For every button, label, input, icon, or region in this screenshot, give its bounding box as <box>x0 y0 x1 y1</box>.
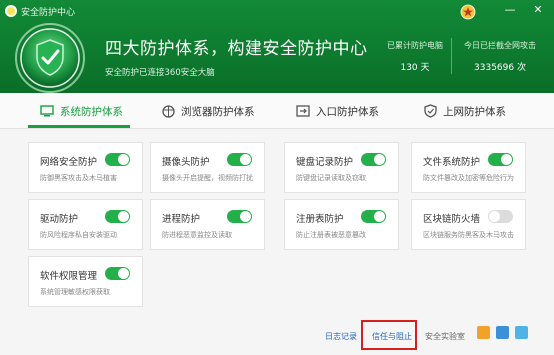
toggle-switch[interactable] <box>105 210 130 223</box>
protected-days-label: 已累计防护电脑 <box>387 41 443 50</box>
protected-days-value: 130 天 <box>400 63 430 73</box>
tab-bar: 系统防护体系 浏览器防护体系 入口防护体系 上网防护体系 <box>0 93 554 129</box>
card-title: 注册表防护 <box>296 214 344 225</box>
card-title: 文件系统防护 <box>423 157 481 168</box>
trust-and-block-link[interactable]: 信任与阻止 <box>372 331 412 342</box>
card-description: 防风险程序私自安装驱动 <box>40 231 117 239</box>
card-title: 进程防护 <box>162 214 201 225</box>
card-camera-protection: 摄像头防护 摄像头开启提醒，视频防打扰 <box>150 142 265 193</box>
toggle-switch[interactable] <box>227 210 252 223</box>
card-registry-protection: 注册表防护 防止注册表被恶意篡改 <box>284 199 399 250</box>
blocked-attacks-stat: 今日已拦截全网攻击 3335696 次 <box>460 40 540 73</box>
monitor-icon <box>40 105 54 117</box>
card-blockchain-firewall: 区块链防火墙 区块链服务防黑客及木马攻击 <box>411 199 526 250</box>
protected-days-stat: 已累计防护电脑 130 天 <box>385 40 445 73</box>
card-description: 区块链服务防黑客及木马攻击 <box>423 231 514 239</box>
card-keyboard-protection: 键盘记录防护 防键盘记录读取及窃取 <box>284 142 399 193</box>
card-filesystem-protection: 文件系统防护 防文件篡改及加密等危险行为 <box>411 142 526 193</box>
plugin-icon[interactable] <box>477 326 490 339</box>
header-banner: 安全防护中心 — ✕ 四大防护体系，构建安全防护中心 安全防护已连接360安全大… <box>0 0 554 93</box>
tab-system-protection[interactable]: 系统防护体系 <box>40 93 123 129</box>
minimize-button[interactable]: — <box>502 3 518 17</box>
card-title: 摄像头防护 <box>162 157 210 168</box>
tab-label: 上网防护体系 <box>443 105 506 118</box>
card-description: 防文件篡改及加密等危险行为 <box>423 174 514 182</box>
card-title: 网络安全防护 <box>40 157 98 168</box>
toggle-switch[interactable] <box>488 210 513 223</box>
card-description: 系统管理敏感权限获取 <box>40 288 110 296</box>
card-title: 区块链防火墙 <box>423 214 481 225</box>
settings-icon[interactable] <box>496 326 509 339</box>
tab-label: 入口防护体系 <box>316 105 379 118</box>
tab-internet-protection[interactable]: 上网防护体系 <box>424 93 506 129</box>
tab-entrance-protection[interactable]: 入口防护体系 <box>296 93 379 129</box>
entrance-icon <box>296 105 310 117</box>
toggle-switch[interactable] <box>105 153 130 166</box>
card-description: 防止注册表被恶意篡改 <box>296 231 366 239</box>
card-title: 驱动防护 <box>40 214 79 225</box>
active-tab-indicator <box>28 125 130 128</box>
toggle-switch[interactable] <box>227 153 252 166</box>
tab-browser-protection[interactable]: 浏览器防护体系 <box>162 93 255 129</box>
tab-label: 系统防护体系 <box>60 105 123 118</box>
toggle-switch[interactable] <box>361 153 386 166</box>
card-title: 软件权限管理 <box>40 271 98 282</box>
card-process-protection: 进程防护 防进程恶意监控及读取 <box>150 199 265 250</box>
blocked-attacks-label: 今日已拦截全网攻击 <box>464 41 536 50</box>
shield-icon <box>424 104 437 118</box>
toggle-switch[interactable] <box>105 267 130 280</box>
log-records-link[interactable]: 日志记录 <box>325 331 357 342</box>
blocked-attacks-value: 3335696 次 <box>474 63 526 73</box>
card-driver-protection: 驱动防护 防风险程序私自安装驱动 <box>28 199 143 250</box>
help-icon[interactable] <box>515 326 528 339</box>
card-description: 防键盘记录读取及窃取 <box>296 174 366 182</box>
toggle-switch[interactable] <box>488 153 513 166</box>
medal-icon[interactable] <box>458 1 478 21</box>
tab-label: 浏览器防护体系 <box>181 105 255 118</box>
stat-divider <box>451 38 452 74</box>
card-title: 键盘记录防护 <box>296 157 354 168</box>
window-title: 安全防护中心 <box>21 8 76 18</box>
security-lab-link[interactable]: 安全实验室 <box>425 331 465 342</box>
browser-icon <box>162 104 175 118</box>
close-button[interactable]: ✕ <box>530 3 546 17</box>
connection-status: 安全防护已连接360安全大脑 <box>105 68 215 78</box>
card-description: 防御黑客攻击及木马植害 <box>40 174 117 182</box>
card-description: 防进程恶意监控及读取 <box>162 231 232 239</box>
headline: 四大防护体系，构建安全防护中心 <box>105 39 368 59</box>
toggle-switch[interactable] <box>361 210 386 223</box>
card-software-permissions: 软件权限管理 系统管理敏感权限获取 <box>28 256 143 307</box>
card-description: 摄像头开启提醒，视频防打扰 <box>162 174 253 182</box>
app-logo-icon <box>5 5 17 17</box>
card-network-protection: 网络安全防护 防御黑客攻击及木马植害 <box>28 142 143 193</box>
shield-emblem-icon <box>15 23 85 93</box>
